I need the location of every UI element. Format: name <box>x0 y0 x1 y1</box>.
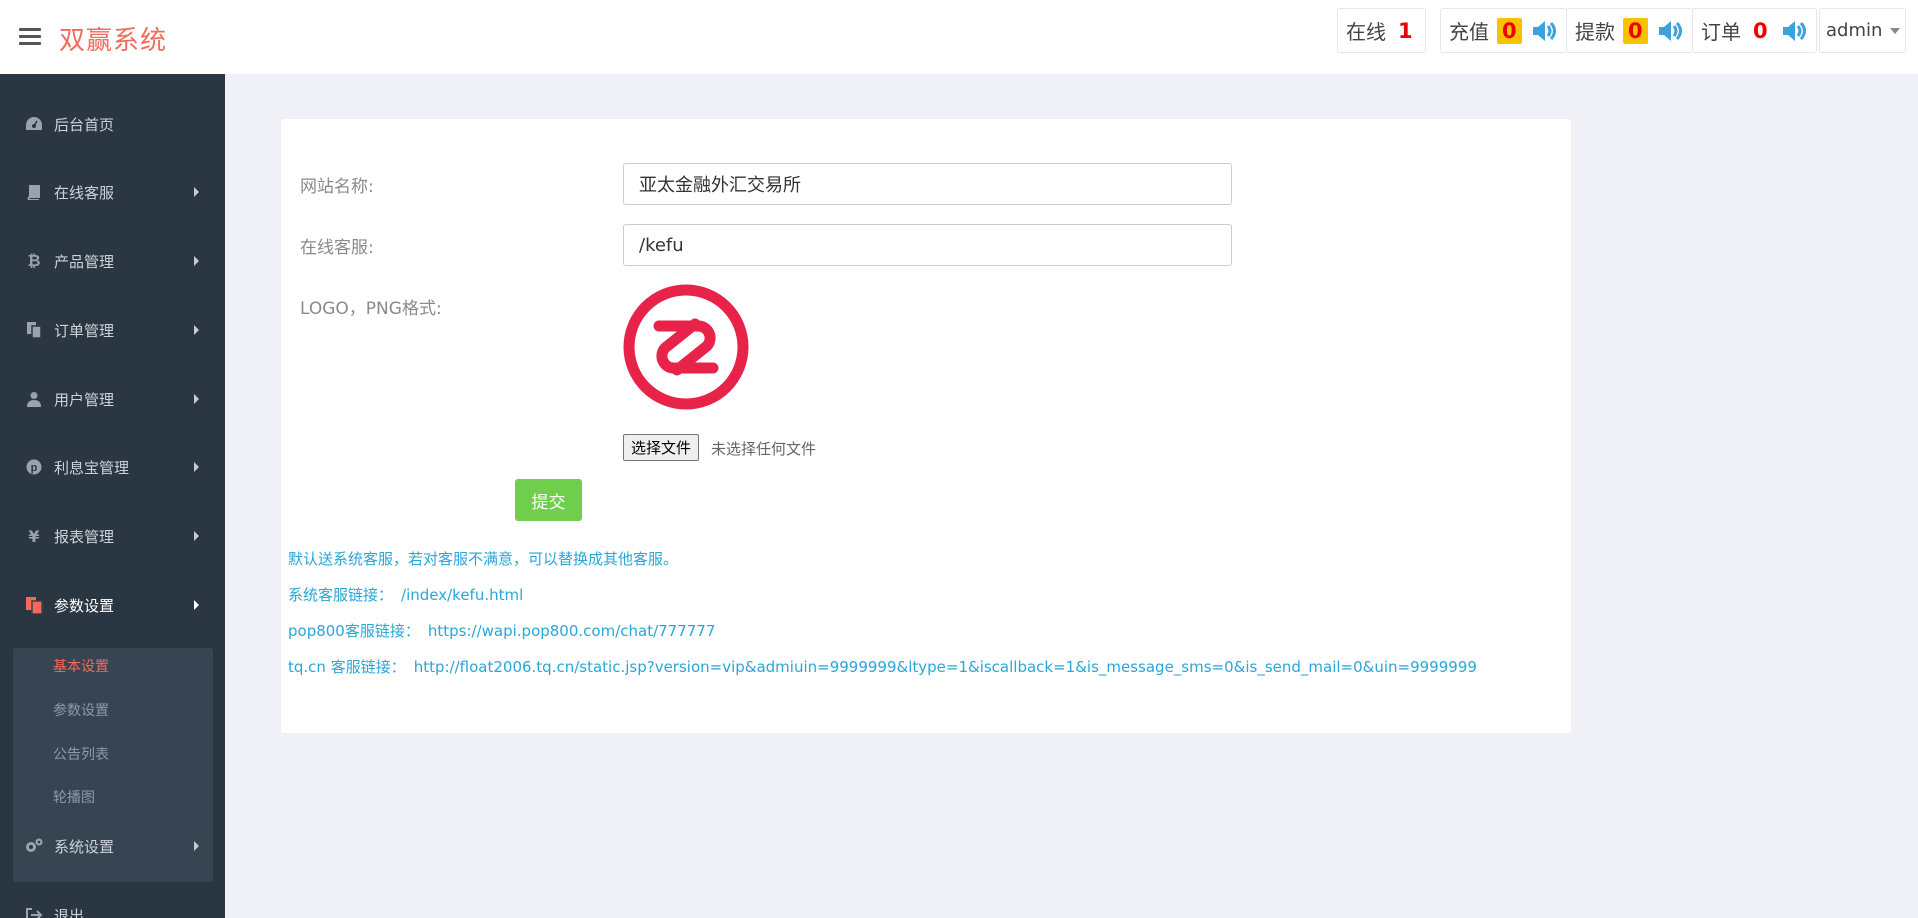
sidebar-item-system[interactable]: 系统设置 <box>0 821 225 871</box>
sidebar-item-label: 订单管理 <box>54 321 115 340</box>
sidebar-item-label: 利息宝管理 <box>54 458 130 477</box>
chevron-right-icon <box>194 841 199 851</box>
sidebar-item-reports[interactable]: ¥ 报表管理 <box>0 511 225 561</box>
sidebar-item-label: 产品管理 <box>54 252 115 271</box>
speaker-icon[interactable] <box>1656 19 1684 43</box>
logo-preview <box>623 284 749 410</box>
kefu-label: 在线客服: <box>300 238 374 258</box>
sidebar-item-label: 报表管理 <box>54 527 115 546</box>
speaker-icon[interactable] <box>1530 19 1558 43</box>
book-icon <box>24 182 44 202</box>
sign-out-icon <box>24 905 44 918</box>
submenu-announcements[interactable]: 公告列表 <box>53 744 109 764</box>
chevron-right-icon <box>194 600 199 610</box>
stat-orders-count: 0 <box>1753 18 1768 43</box>
files-icon <box>24 595 44 615</box>
sidebar-item-online-service[interactable]: 在线客服 <box>0 167 225 217</box>
stat-online-count: 1 <box>1398 18 1413 43</box>
note-pop800-link-url: https://wapi.pop800.com/chat/777777 <box>427 622 716 640</box>
sidebar-item-label: 参数设置 <box>54 596 115 615</box>
sidebar-item-dashboard[interactable]: 后台首页 <box>0 99 225 149</box>
note-system-link-url: /index/kefu.html <box>401 586 524 604</box>
note-default-service: 默认送系统客服，若对客服不满意，可以替换成其他客服。 <box>288 550 679 568</box>
chevron-right-icon <box>194 325 199 335</box>
logo-label: LOGO，PNG格式: <box>300 299 442 319</box>
chevron-down-icon <box>1890 27 1901 34</box>
sidebar-item-interest[interactable]: p 利息宝管理 <box>0 442 225 492</box>
stat-orders-label: 订单 <box>1701 20 1741 44</box>
brand-title: 双赢系统 <box>59 26 168 56</box>
sidebar-item-label: 系统设置 <box>54 837 115 856</box>
note-pop800-link-label: pop800客服链接： <box>288 622 420 640</box>
chevron-right-icon <box>194 531 199 541</box>
sidebar-item-params[interactable]: 参数设置 <box>0 580 225 630</box>
cogs-icon <box>24 836 44 856</box>
site-name-input[interactable] <box>623 163 1232 205</box>
sidebar: 后台首页 在线客服 ₿ 产品管理 订单管理 用户管理 p 利息宝管理 ¥ 报表管… <box>0 74 225 918</box>
stat-withdraw-count: 0 <box>1623 17 1648 44</box>
stat-recharge-label: 充值 <box>1449 20 1489 44</box>
sidebar-item-orders[interactable]: 订单管理 <box>0 305 225 355</box>
note-system-link-label: 系统客服链接： <box>288 586 394 604</box>
top-header: 双赢系统 在线 1 充值 0 提款 0 订单 0 admin <box>0 0 1918 74</box>
site-name-label: 网站名称: <box>300 177 374 197</box>
user-name: admin <box>1826 20 1883 41</box>
chevron-right-icon <box>194 394 199 404</box>
note-system-link: 系统客服链接： /index/kefu.html <box>288 584 523 605</box>
yen-icon: ¥ <box>28 526 40 546</box>
note-tq-link-url: http://float2006.tq.cn/static.jsp?versio… <box>413 658 1477 676</box>
sidebar-item-products[interactable]: ₿ 产品管理 <box>0 236 225 286</box>
user-icon <box>24 389 44 409</box>
sidebar-item-label: 用户管理 <box>54 390 115 409</box>
bitcoin-icon: ₿ <box>27 251 41 270</box>
dashboard-icon <box>24 114 44 134</box>
kefu-input[interactable] <box>623 224 1232 266</box>
menu-toggle-icon[interactable] <box>19 28 41 45</box>
chevron-right-icon <box>194 256 199 266</box>
settings-card: 网站名称: 在线客服: LOGO，PNG格式: 选择文件 未选择任何文件 提交 … <box>281 119 1571 733</box>
submit-button[interactable]: 提交 <box>515 479 582 521</box>
sidebar-item-label: 在线客服 <box>54 183 115 202</box>
speaker-icon[interactable] <box>1780 19 1808 43</box>
copy-icon <box>24 320 44 340</box>
stat-online-label: 在线 <box>1346 20 1386 44</box>
stat-recharge-count: 0 <box>1497 17 1522 44</box>
chevron-right-icon <box>194 187 199 197</box>
stat-recharge[interactable]: 充值 0 <box>1440 8 1567 53</box>
submenu-param-settings[interactable]: 参数设置 <box>53 700 109 720</box>
submenu-basic-settings[interactable]: 基本设置 <box>53 656 109 676</box>
note-tq-link: tq.cn 客服链接： http://float2006.tq.cn/static… <box>288 656 1477 677</box>
sidebar-item-users[interactable]: 用户管理 <box>0 374 225 424</box>
stat-withdraw-label: 提款 <box>1575 20 1615 44</box>
user-menu[interactable]: admin <box>1819 8 1906 53</box>
choose-file-button[interactable]: 选择文件 <box>623 434 700 461</box>
note-pop800-link: pop800客服链接： https://wapi.pop800.com/chat/… <box>288 620 715 641</box>
file-status-text: 未选择任何文件 <box>711 440 817 458</box>
chevron-right-icon <box>194 462 199 472</box>
stat-online[interactable]: 在线 1 <box>1337 8 1426 53</box>
pinterest-icon: p <box>24 457 44 477</box>
note-tq-link-label: tq.cn 客服链接： <box>288 658 406 676</box>
sidebar-item-logout[interactable]: 退出 <box>0 890 225 918</box>
sidebar-item-label: 退出 <box>54 906 85 918</box>
stat-orders[interactable]: 订单 0 <box>1692 8 1817 53</box>
svg-text:p: p <box>31 462 38 474</box>
stat-withdraw[interactable]: 提款 0 <box>1566 8 1693 53</box>
submenu-carousel[interactable]: 轮播图 <box>53 787 95 807</box>
sidebar-item-label: 后台首页 <box>54 115 115 134</box>
